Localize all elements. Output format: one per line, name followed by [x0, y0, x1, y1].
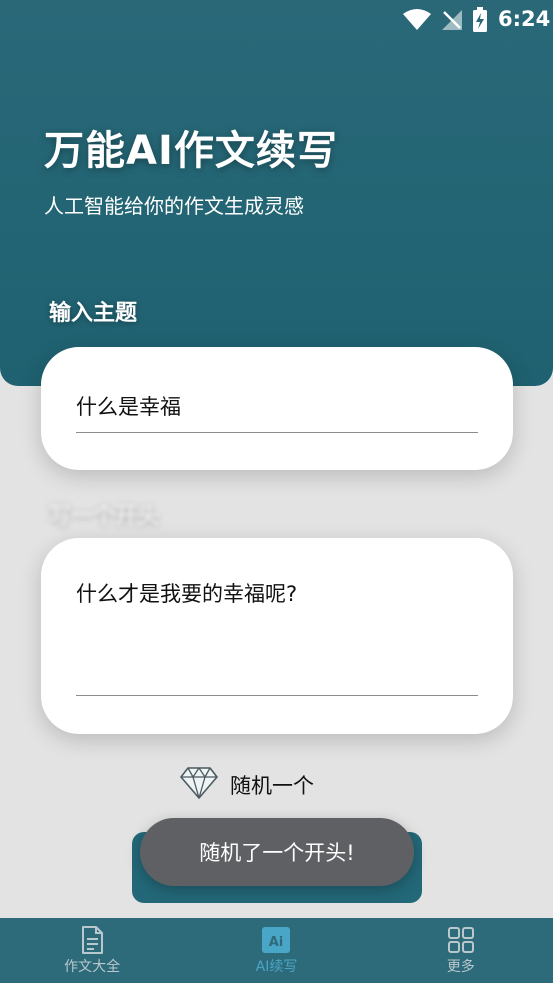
toast-message: 随机了一个开头!: [140, 818, 414, 886]
nav-label-ai-continue: AI续写: [255, 959, 298, 975]
diamond-icon: [180, 766, 218, 805]
battery-charging-icon: [472, 7, 488, 38]
topic-input-card[interactable]: 什么是幸福: [41, 347, 513, 470]
document-icon: [82, 926, 104, 954]
page-subtitle: 人工智能给你的作文生成灵感: [44, 194, 304, 218]
status-time: 6:24: [498, 7, 551, 31]
opening-input-underline: [76, 695, 478, 696]
topic-input[interactable]: 什么是幸福: [76, 391, 478, 421]
random-one-button[interactable]: 随机一个: [180, 765, 314, 805]
ai-icon: Ai: [262, 927, 291, 953]
grid-icon: [447, 927, 474, 953]
nav-item-ai-continue[interactable]: Ai AI续写: [184, 918, 368, 983]
bottom-navigation: 作文大全 Ai AI续写 更多: [0, 918, 553, 983]
page-title: 万能AI作文续写: [44, 128, 338, 174]
topic-label: 输入主题: [49, 301, 138, 326]
opening-input-card[interactable]: 什么才是我要的幸福呢?: [41, 538, 513, 734]
nav-item-more[interactable]: 更多: [369, 918, 553, 983]
nav-label-essays: 作文大全: [64, 959, 121, 975]
wifi-icon: [402, 8, 432, 37]
random-one-label: 随机一个: [230, 774, 314, 798]
no-signal-icon: [440, 8, 464, 37]
nav-label-more: 更多: [446, 959, 475, 975]
nav-item-essays[interactable]: 作文大全: [0, 918, 184, 983]
topic-input-underline: [76, 432, 478, 433]
opening-input[interactable]: 什么才是我要的幸福呢?: [76, 578, 478, 608]
status-bar: 6:24: [0, 0, 553, 40]
svg-text:Ai: Ai: [269, 935, 284, 950]
opening-label: 写一个开头: [49, 504, 160, 529]
